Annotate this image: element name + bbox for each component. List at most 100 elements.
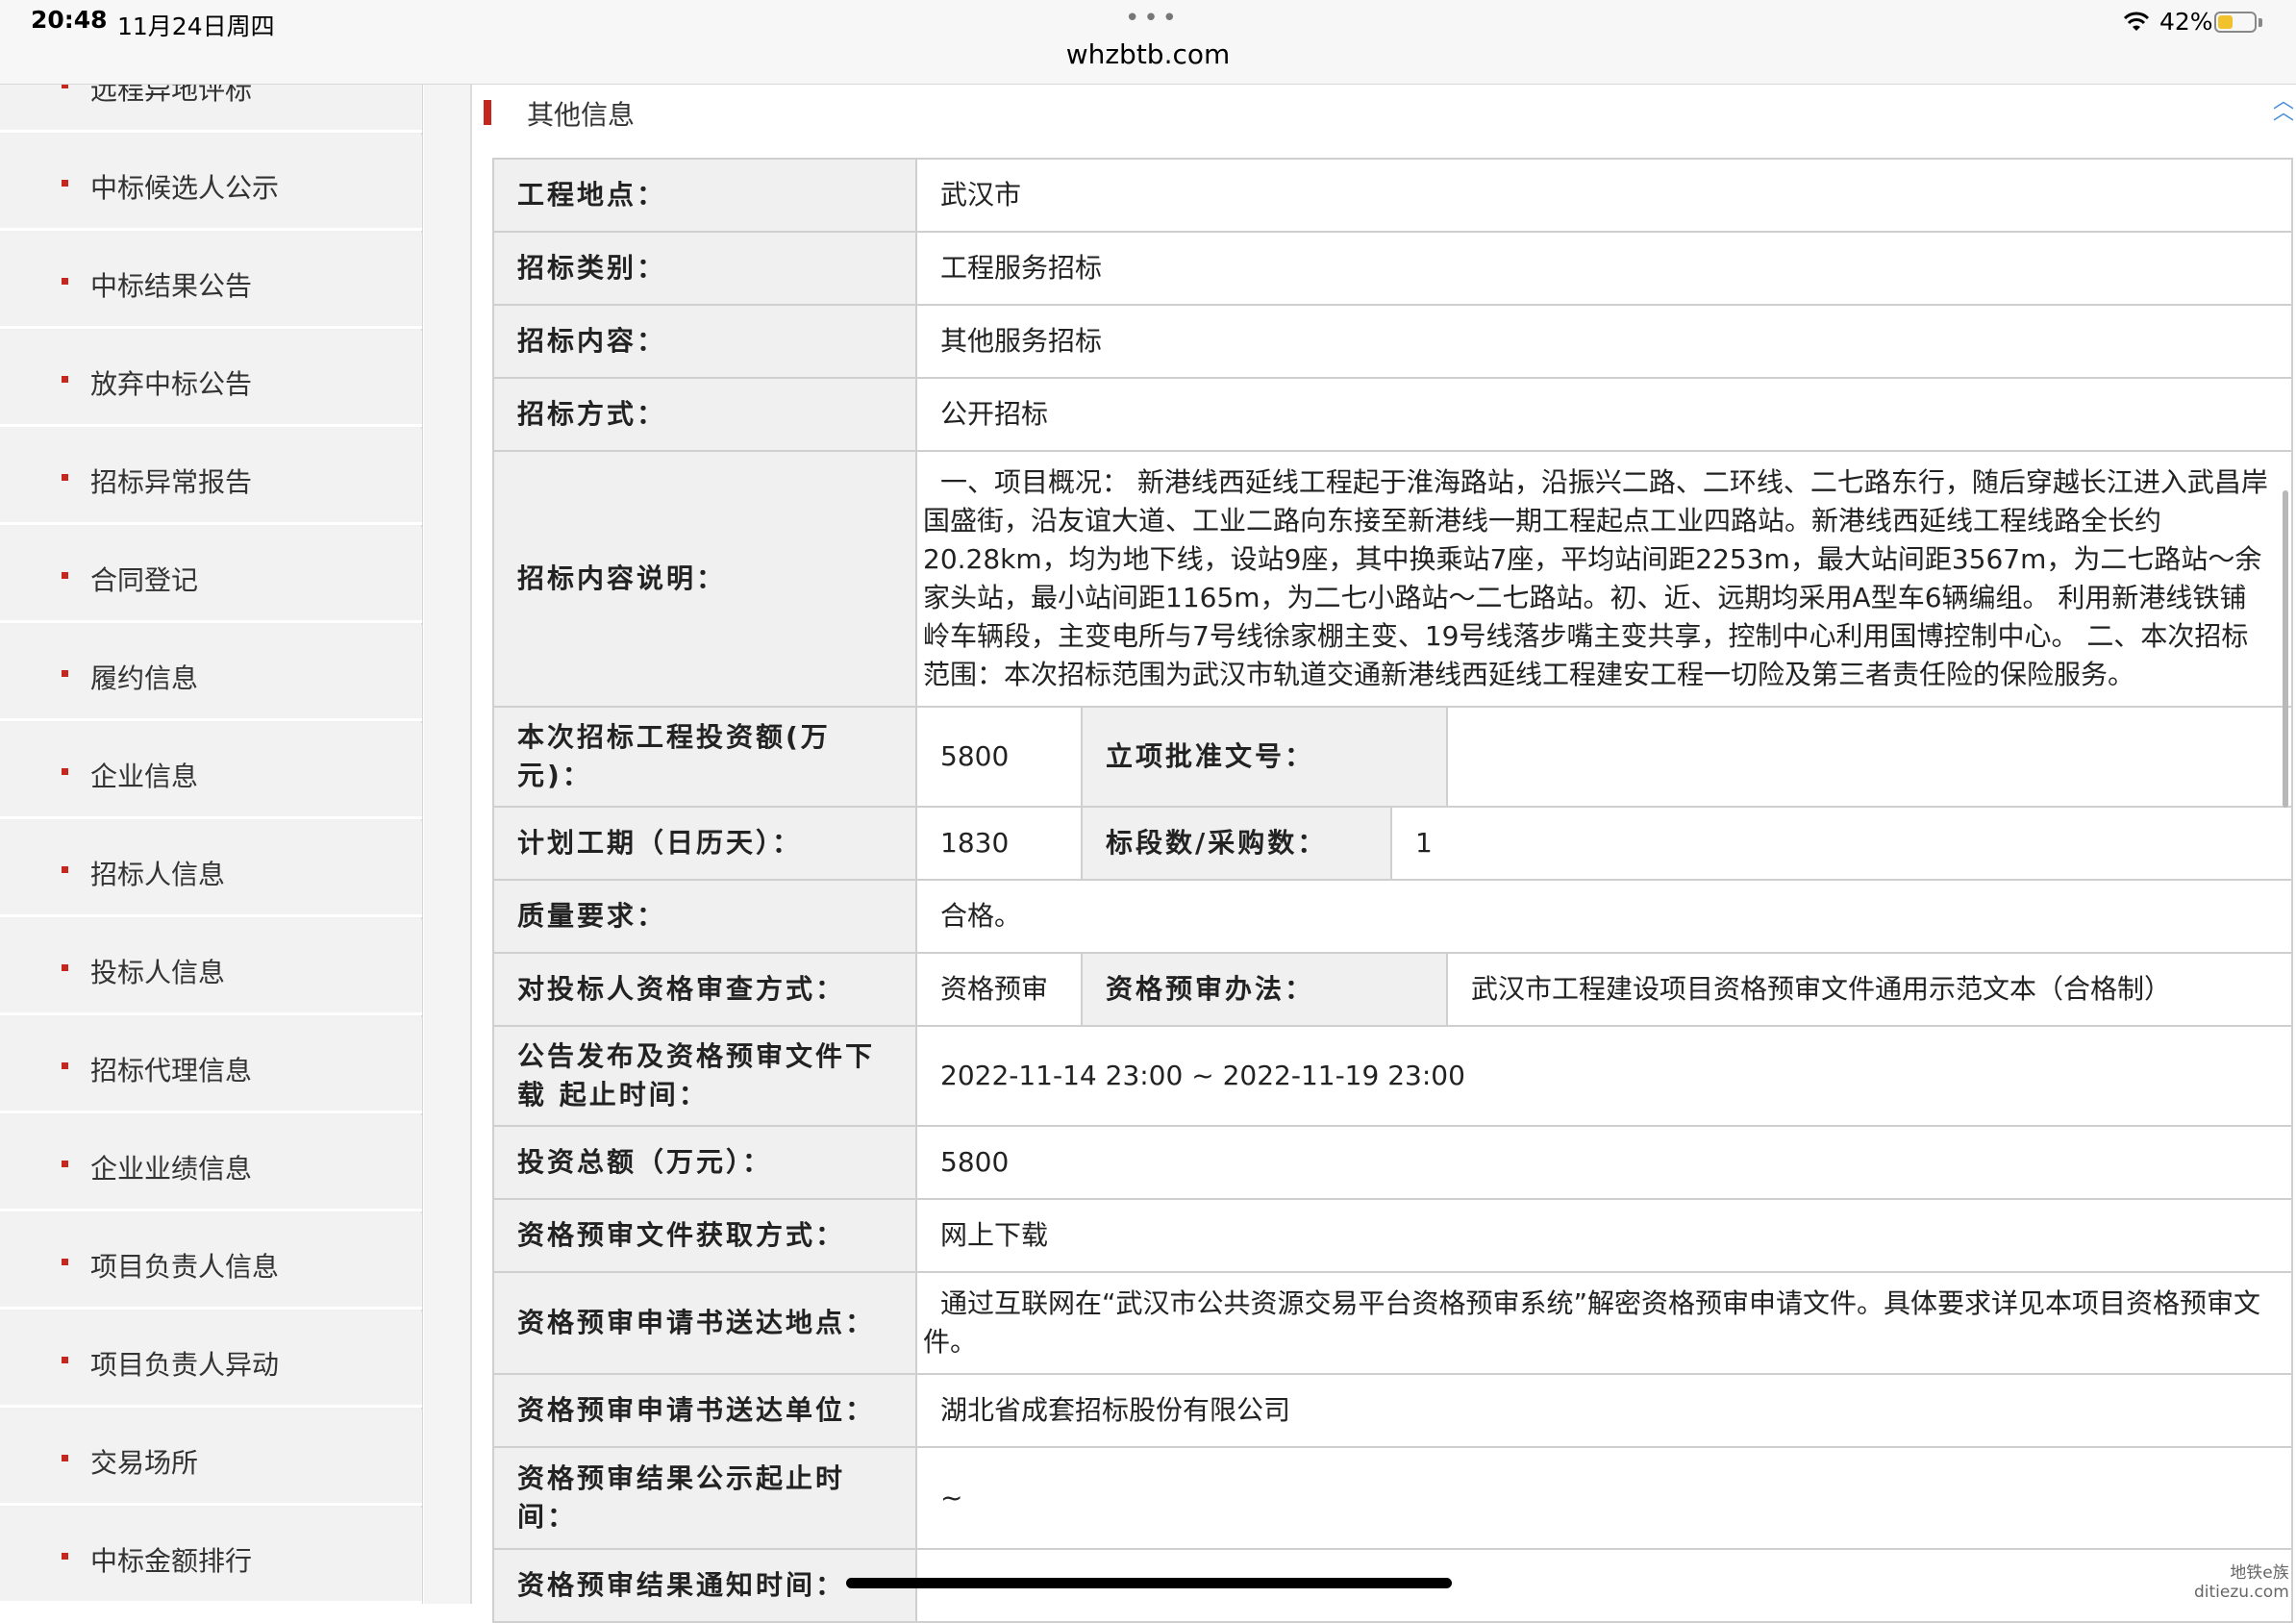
table-row: 招标内容： 其他服务招标 <box>492 304 2293 379</box>
submit-place-text: 通过互联网在“武汉市公共资源交易平台资格预审系统”解密资格预审申请文件。具体要求… <box>923 1287 2261 1358</box>
sidebar-item[interactable]: 中标金额排行 <box>0 1508 422 1604</box>
more-dots-icon[interactable]: ••• <box>1125 4 1181 33</box>
battery-icon <box>2214 12 2257 33</box>
sidebar-item[interactable]: 招标人信息 <box>0 821 422 917</box>
sidebar-item[interactable]: 企业信息 <box>0 723 422 819</box>
sidebar-item-label: 项目负责人异动 <box>90 1349 280 1381</box>
table-row: 资格预审申请书送达地点： 通过互联网在“武汉市公共资源交易平台资格预审系统”解密… <box>492 1271 2293 1375</box>
value-investment: 5800 <box>915 706 1083 808</box>
sidebar-item-label: 企业业绩信息 <box>90 1153 253 1185</box>
label-obtain: 资格预审文件获取方式： <box>492 1198 917 1273</box>
sidebar-item-label: 投标人信息 <box>90 957 226 988</box>
bullet-icon <box>62 1553 68 1560</box>
battery-tip <box>2259 18 2262 27</box>
label-content: 招标内容： <box>492 304 917 379</box>
label-period: 计划工期（日历天）： <box>492 806 917 881</box>
sidebar-item-label: 企业信息 <box>90 761 199 792</box>
bullet-icon <box>62 964 68 971</box>
bullet-icon <box>62 474 68 481</box>
battery-level-fill <box>2218 15 2233 29</box>
table-row: 资格预审文件获取方式： 网上下载 <box>492 1198 2293 1273</box>
sidebar-item-label: 招标人信息 <box>90 859 226 890</box>
sidebar-item[interactable]: 交易场所 <box>0 1410 422 1506</box>
sidebar-item-label: 履约信息 <box>90 662 199 694</box>
bullet-icon <box>62 866 68 873</box>
label-review: 对投标人资格审查方式： <box>492 952 917 1027</box>
sidebar-item-label: 招标异常报告 <box>90 466 253 498</box>
content-divider <box>470 85 472 1604</box>
label-investment: 本次招标工程投资额(万元)： <box>492 706 917 808</box>
bullet-icon <box>62 278 68 285</box>
sidebar-item[interactable]: 合同登记 <box>0 527 422 623</box>
value-submit-place: 通过互联网在“武汉市公共资源交易平台资格预审系统”解密资格预审申请文件。具体要求… <box>915 1271 2293 1375</box>
address-bar-url[interactable]: whzbtb.com <box>0 38 2296 70</box>
sidebar-item-label: 中标结果公告 <box>90 270 253 302</box>
sidebar-item-label: 远程异地评标 <box>90 85 253 106</box>
status-time: 20:48 <box>31 6 108 34</box>
sidebar-item-label: 项目负责人信息 <box>90 1251 280 1283</box>
wifi-icon <box>2123 12 2150 31</box>
sidebar-item[interactable]: 招标异常报告 <box>0 429 422 525</box>
value-total-investment: 5800 <box>915 1125 2293 1200</box>
sidebar-item[interactable]: 招标代理信息 <box>0 1017 422 1113</box>
label-announce-time: 公告发布及资格预审文件下载 起止时间： <box>492 1025 917 1127</box>
value-review: 资格预审 <box>915 952 1083 1027</box>
bullet-icon <box>62 180 68 187</box>
value-content: 其他服务招标 <box>915 304 2293 379</box>
value-quality: 合格。 <box>915 879 2293 954</box>
description-text: 一、项目概况： 新港线西延线工程起于淮海路站，沿振兴二路、二环线、二七路东行，随… <box>923 466 2268 690</box>
label-result-time: 资格预审结果公示起止时间： <box>492 1446 917 1550</box>
content-gutter <box>424 85 472 1604</box>
sidebar-item[interactable]: 项目负责人异动 <box>0 1311 422 1408</box>
bullet-icon <box>62 768 68 775</box>
sidebar-item-label: 中标候选人公示 <box>90 172 280 204</box>
table-row: 招标类别： 工程服务招标 <box>492 231 2293 306</box>
value-period: 1830 <box>915 806 1083 881</box>
watermark-line1: 地铁e族 <box>2230 1563 2289 1583</box>
table-row: 质量要求： 合格。 <box>492 879 2293 954</box>
label-location: 工程地点： <box>492 158 917 233</box>
bullet-icon <box>62 670 68 677</box>
home-indicator[interactable] <box>846 1578 1452 1588</box>
table-row: 资格预审申请书送达单位： 湖北省成套招标股份有限公司 <box>492 1373 2293 1448</box>
label-category: 招标类别： <box>492 231 917 306</box>
label-sections: 标段数/采购数： <box>1081 806 1392 881</box>
sidebar-item-label: 交易场所 <box>90 1447 199 1479</box>
value-submit-unit: 湖北省成套招标股份有限公司 <box>915 1373 2293 1448</box>
section-title: 其他信息 <box>527 99 636 131</box>
bullet-icon <box>62 376 68 383</box>
label-review-method: 资格预审办法： <box>1081 952 1448 1027</box>
table-row: 对投标人资格审查方式： 资格预审 资格预审办法： 武汉市工程建设项目资格预审文件… <box>492 952 2293 1027</box>
sidebar-item[interactable]: 远程异地评标 <box>0 85 422 133</box>
table-row: 本次招标工程投资额(万元)： 5800 立项批准文号： <box>492 706 2293 808</box>
double-chevron-up-icon[interactable]: ︿ ︿ <box>2273 91 2294 124</box>
label-total-investment: 投资总额（万元）： <box>492 1125 917 1200</box>
value-result-time: ~ <box>915 1446 2293 1550</box>
sidebar-item[interactable]: 中标候选人公示 <box>0 135 422 231</box>
sidebar-item[interactable]: 企业业绩信息 <box>0 1115 422 1211</box>
section-header <box>472 85 2296 140</box>
watermark: 地铁e族 ditiezu.com <box>2194 1563 2289 1602</box>
battery-percent: 42% <box>2159 8 2213 36</box>
sidebar-nav: 远程异地评标中标候选人公示 中标结果公告 放弃中标公告 招标异常报告合同登记履约信息企… <box>0 85 423 1604</box>
bullet-icon <box>62 1455 68 1461</box>
sidebar-item-label: 中标金额排行 <box>90 1545 253 1577</box>
sidebar-item[interactable]: 履约信息 <box>0 625 422 721</box>
label-method: 招标方式： <box>492 377 917 452</box>
bullet-icon <box>62 1062 68 1069</box>
page-scrollbar[interactable] <box>2283 490 2288 808</box>
sidebar-item[interactable]: 中标结果公告 <box>0 233 422 329</box>
table-row: 公告发布及资格预审文件下载 起止时间： 2022-11-14 23:00 ~ 2… <box>492 1025 2293 1127</box>
section-marker <box>484 100 491 125</box>
table-row: 计划工期（日历天）： 1830 标段数/采购数： 1 <box>492 806 2293 881</box>
sidebar-item-label: 放弃中标公告 <box>90 368 253 400</box>
value-announce-time: 2022-11-14 23:00 ~ 2022-11-19 23:00 <box>915 1025 2293 1127</box>
bullet-icon <box>62 1259 68 1265</box>
label-description: 招标内容说明： <box>492 450 917 708</box>
sidebar-item[interactable]: 投标人信息 <box>0 919 422 1015</box>
value-approval <box>1446 706 2293 808</box>
sidebar-item[interactable]: 放弃中标公告 <box>0 331 422 427</box>
sidebar-item[interactable]: 项目负责人信息 <box>0 1213 422 1310</box>
browser-status-bar: 20:48 11月24日周四 ••• whzbtb.com 42% <box>0 0 2296 85</box>
table-row: 招标方式： 公开招标 <box>492 377 2293 452</box>
